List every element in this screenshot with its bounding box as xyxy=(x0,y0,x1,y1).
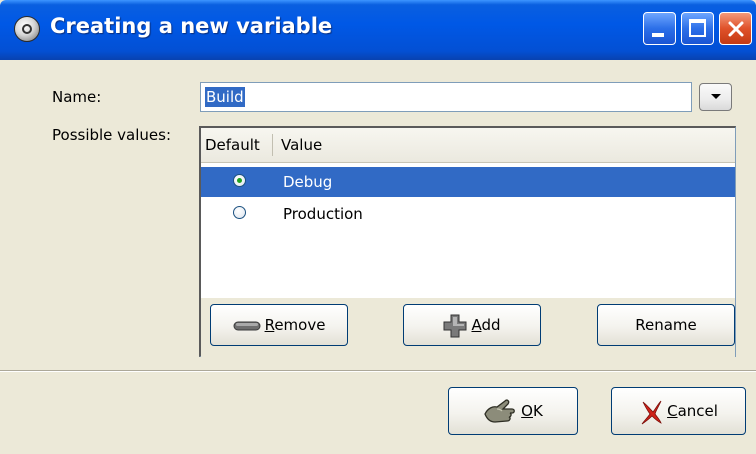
column-header-value[interactable]: Value xyxy=(281,136,322,154)
maximize-icon xyxy=(689,19,706,37)
name-label: Name: xyxy=(52,88,102,106)
column-header-default[interactable]: Default xyxy=(205,136,260,154)
name-value: Build xyxy=(205,87,245,107)
name-input[interactable]: Build xyxy=(200,82,692,112)
add-label: dd xyxy=(481,316,501,334)
table-row[interactable]: Production xyxy=(201,199,735,229)
values-list[interactable]: Default Value Debug Production Remove Ad… xyxy=(199,126,736,357)
minimize-button[interactable] xyxy=(643,12,676,45)
list-header: Default Value xyxy=(201,128,735,163)
cancel-button[interactable]: Cancel xyxy=(611,387,746,435)
add-mnemonic: A xyxy=(471,316,482,334)
default-radio[interactable] xyxy=(233,174,246,187)
minimize-icon xyxy=(652,33,664,37)
hand-ok-icon xyxy=(484,399,516,423)
rename-button[interactable]: Rename xyxy=(597,304,735,346)
row-value: Debug xyxy=(283,173,333,191)
cancel-label: ancel xyxy=(677,402,718,420)
row-value: Production xyxy=(283,205,363,223)
remove-button[interactable]: Remove xyxy=(210,304,348,346)
maximize-button[interactable] xyxy=(681,12,714,45)
name-dropdown-button[interactable] xyxy=(699,83,732,111)
ok-button[interactable]: OK xyxy=(448,387,578,435)
app-icon[interactable] xyxy=(14,16,40,42)
table-row[interactable]: Debug xyxy=(201,167,735,197)
close-button[interactable] xyxy=(719,12,752,45)
ok-mnemonic: O xyxy=(521,402,533,420)
possible-values-label: Possible values: xyxy=(52,126,172,144)
separator xyxy=(0,370,756,372)
minus-icon xyxy=(233,321,261,330)
column-divider[interactable] xyxy=(272,134,273,156)
rename-label: Rename xyxy=(635,316,697,334)
cancel-mnemonic: C xyxy=(667,402,678,420)
remove-label: emove xyxy=(274,316,326,334)
add-button[interactable]: Add xyxy=(403,304,541,346)
remove-mnemonic: R xyxy=(264,316,275,334)
ok-label: K xyxy=(532,402,543,420)
close-icon xyxy=(728,21,744,37)
red-x-icon xyxy=(641,400,662,424)
chevron-down-icon xyxy=(711,94,721,99)
list-button-bar: Remove Add Rename xyxy=(201,298,735,357)
title-bar[interactable]: Creating a new variable xyxy=(0,0,756,60)
plus-icon xyxy=(443,314,467,337)
window-title: Creating a new variable xyxy=(50,14,333,38)
default-radio[interactable] xyxy=(233,206,246,219)
